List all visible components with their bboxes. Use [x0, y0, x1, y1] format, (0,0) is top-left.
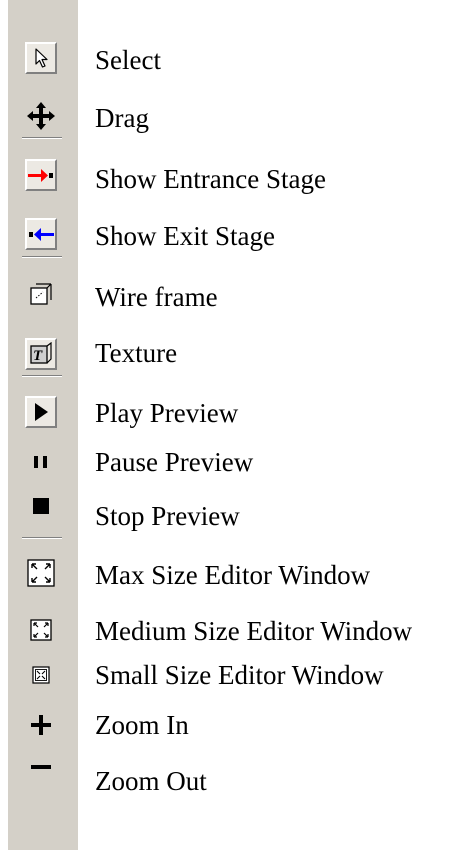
wireframe-button[interactable] — [25, 279, 57, 311]
stop-preview-button[interactable] — [25, 490, 57, 522]
wireframe-label: Wire frame — [95, 282, 218, 312]
editor-toolbar: T — [8, 0, 78, 850]
play-preview-label: Play Preview — [95, 398, 239, 428]
zoom-in-label: Zoom In — [95, 710, 189, 740]
show-entrance-stage-label: Show Entrance Stage — [95, 164, 326, 194]
max-size-window-button[interactable] — [25, 557, 57, 589]
pause-preview-button[interactable] — [25, 446, 57, 478]
exit-arrow-icon — [27, 226, 55, 242]
zoom-out-button[interactable] — [25, 751, 57, 783]
toolbar-separator — [22, 256, 62, 258]
zoom-out-icon — [29, 755, 53, 779]
select-arrow-icon — [30, 47, 52, 69]
small-size-window-button[interactable] — [25, 659, 57, 691]
show-exit-stage-label: Show Exit Stage — [95, 221, 275, 251]
max-size-window-label: Max Size Editor Window — [95, 560, 371, 590]
pause-icon — [30, 454, 52, 470]
texture-label: Texture — [95, 338, 178, 368]
texture-button[interactable]: T — [25, 338, 57, 370]
zoom-in-button[interactable] — [25, 709, 57, 741]
show-exit-stage-button[interactable] — [25, 218, 57, 250]
medium-size-window-label: Medium Size Editor Window — [95, 616, 413, 646]
svg-text:T: T — [33, 348, 43, 364]
select-tool-button[interactable] — [25, 42, 57, 74]
drag-label: Drag — [95, 103, 149, 133]
max-size-icon — [27, 559, 55, 587]
texture-icon: T — [29, 342, 53, 366]
drag-tool-button[interactable] — [25, 100, 57, 132]
small-size-window-label: Small Size Editor Window — [95, 660, 384, 690]
show-entrance-stage-button[interactable] — [25, 159, 57, 191]
zoom-in-icon — [29, 713, 53, 737]
pause-preview-label: Pause Preview — [95, 447, 254, 477]
zoom-out-label: Zoom Out — [95, 766, 207, 796]
toolbar-separator — [22, 537, 62, 539]
move-arrows-icon — [26, 101, 56, 131]
medium-size-window-button[interactable] — [25, 614, 57, 646]
entrance-arrow-icon — [27, 167, 55, 183]
wireframe-icon — [28, 282, 54, 308]
play-icon — [31, 401, 51, 423]
toolbar-separator — [22, 137, 62, 139]
play-preview-button[interactable] — [25, 396, 57, 428]
select-label: Select — [95, 45, 161, 75]
small-size-icon — [32, 666, 50, 684]
stop-preview-label: Stop Preview — [95, 501, 240, 531]
medium-size-icon — [30, 619, 52, 641]
toolbar-separator — [22, 375, 62, 377]
stop-icon — [30, 495, 52, 517]
